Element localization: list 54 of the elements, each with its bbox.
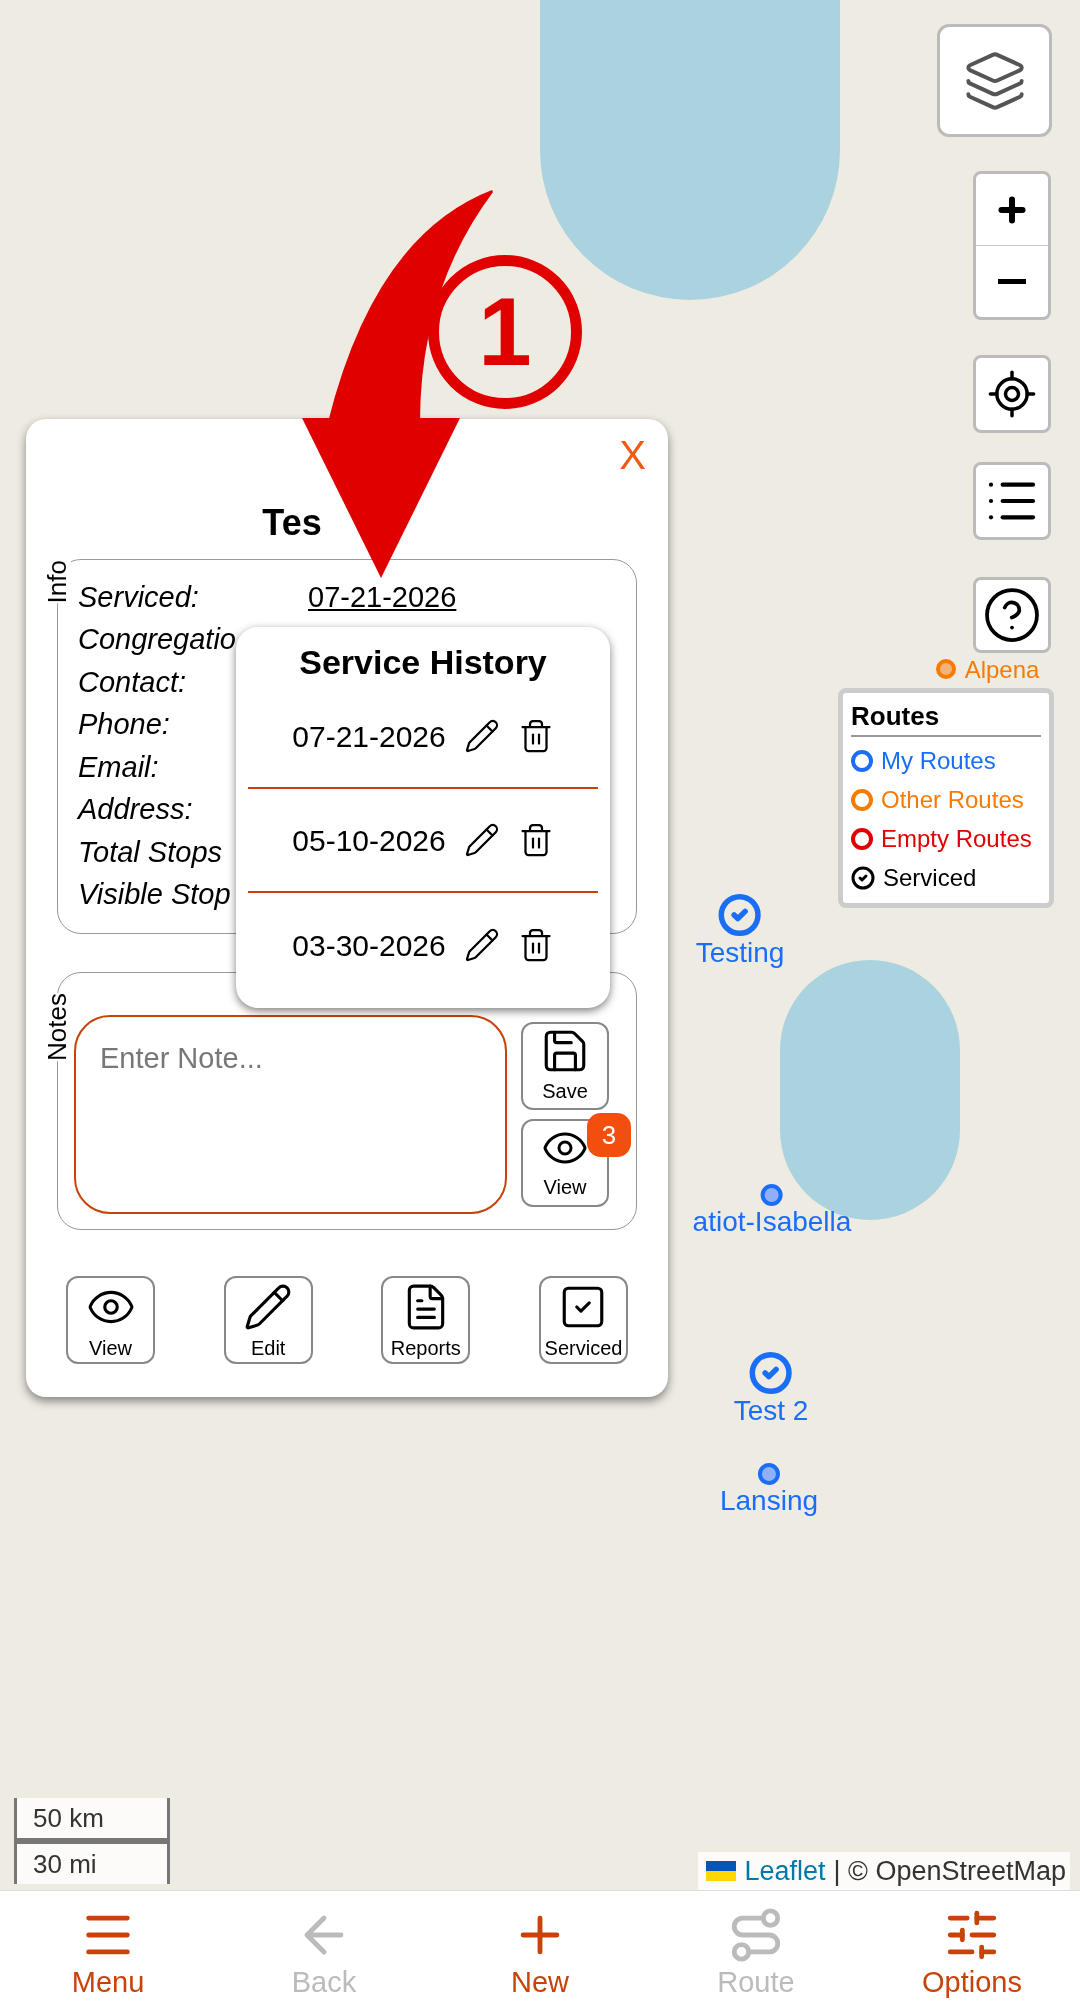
minus-icon <box>998 279 1026 284</box>
legend-label: Empty Routes <box>881 823 1032 854</box>
note-field[interactable]: Enter Note... <box>74 1015 507 1214</box>
marker-label: Lansing <box>719 1485 819 1517</box>
history-title: Service History <box>299 642 547 683</box>
serviced-date-link[interactable]: 07-21-2026 <box>308 575 457 619</box>
attribution-text: | © OpenStreetMap <box>833 1854 1066 1888</box>
layers-button[interactable] <box>937 24 1052 137</box>
info-label: Address: <box>78 792 194 827</box>
locate-button[interactable] <box>973 355 1051 433</box>
info-label: Visible Stop <box>78 877 232 912</box>
ukraine-flag-icon <box>706 1861 737 1881</box>
marker-label: Testing <box>695 937 785 969</box>
history-date: 05-10-2026 <box>292 822 446 859</box>
count-badge: 3 <box>587 1113 631 1157</box>
action-button[interactable]: View <box>66 1276 155 1364</box>
nav-tab[interactable]: Options <box>864 1891 1080 2015</box>
legend-title: Routes <box>851 699 1041 737</box>
legend-label: My Routes <box>881 745 996 776</box>
info-label: Email: <box>78 749 160 785</box>
check-marker-icon[interactable] <box>718 893 762 937</box>
legend-label: Other Routes <box>881 784 1024 815</box>
pencil-icon[interactable] <box>463 718 500 754</box>
help-icon <box>982 585 1042 645</box>
history-date: 07-21-2026 <box>292 718 446 755</box>
info-label: Congregatio <box>78 622 237 657</box>
save-button[interactable]: Save <box>521 1022 609 1110</box>
dot-marker-icon[interactable] <box>761 1184 783 1206</box>
scale-label: 50 km <box>14 1798 170 1841</box>
pencil-icon[interactable] <box>463 927 500 963</box>
pencil-icon[interactable] <box>463 822 500 858</box>
action-button[interactable]: Serviced <box>538 1276 628 1364</box>
leaflet-link[interactable]: Leaflet <box>744 1850 826 1892</box>
marker-label: atiot-Isabella <box>692 1206 852 1238</box>
scale-label: 30 mi <box>14 1841 170 1884</box>
list-button[interactable] <box>973 462 1051 540</box>
nav-tab[interactable]: Menu <box>0 1891 216 2015</box>
dot-marker-icon[interactable] <box>758 1463 780 1485</box>
marker-label: Alpena <box>964 657 1040 683</box>
marker-label: Test 2 <box>733 1395 809 1427</box>
crosshair-icon <box>986 368 1038 420</box>
info-label: Contact: <box>78 664 187 700</box>
info-label: Serviced: <box>78 579 200 615</box>
history-date: 03-30-2026 <box>292 927 446 964</box>
legend-label: Serviced <box>883 862 977 893</box>
nav-tab[interactable]: New <box>432 1891 648 2015</box>
step-number-badge: 1 <box>428 255 582 409</box>
help-button[interactable] <box>973 577 1051 653</box>
action-button[interactable]: Reports <box>381 1276 471 1364</box>
map-placeholder[interactable] <box>0 0 1080 1890</box>
action-button[interactable]: Edit <box>223 1276 313 1364</box>
popup-title: Tes <box>262 503 323 543</box>
check-marker-icon[interactable] <box>749 1351 793 1395</box>
dot-marker-icon[interactable] <box>936 659 956 679</box>
